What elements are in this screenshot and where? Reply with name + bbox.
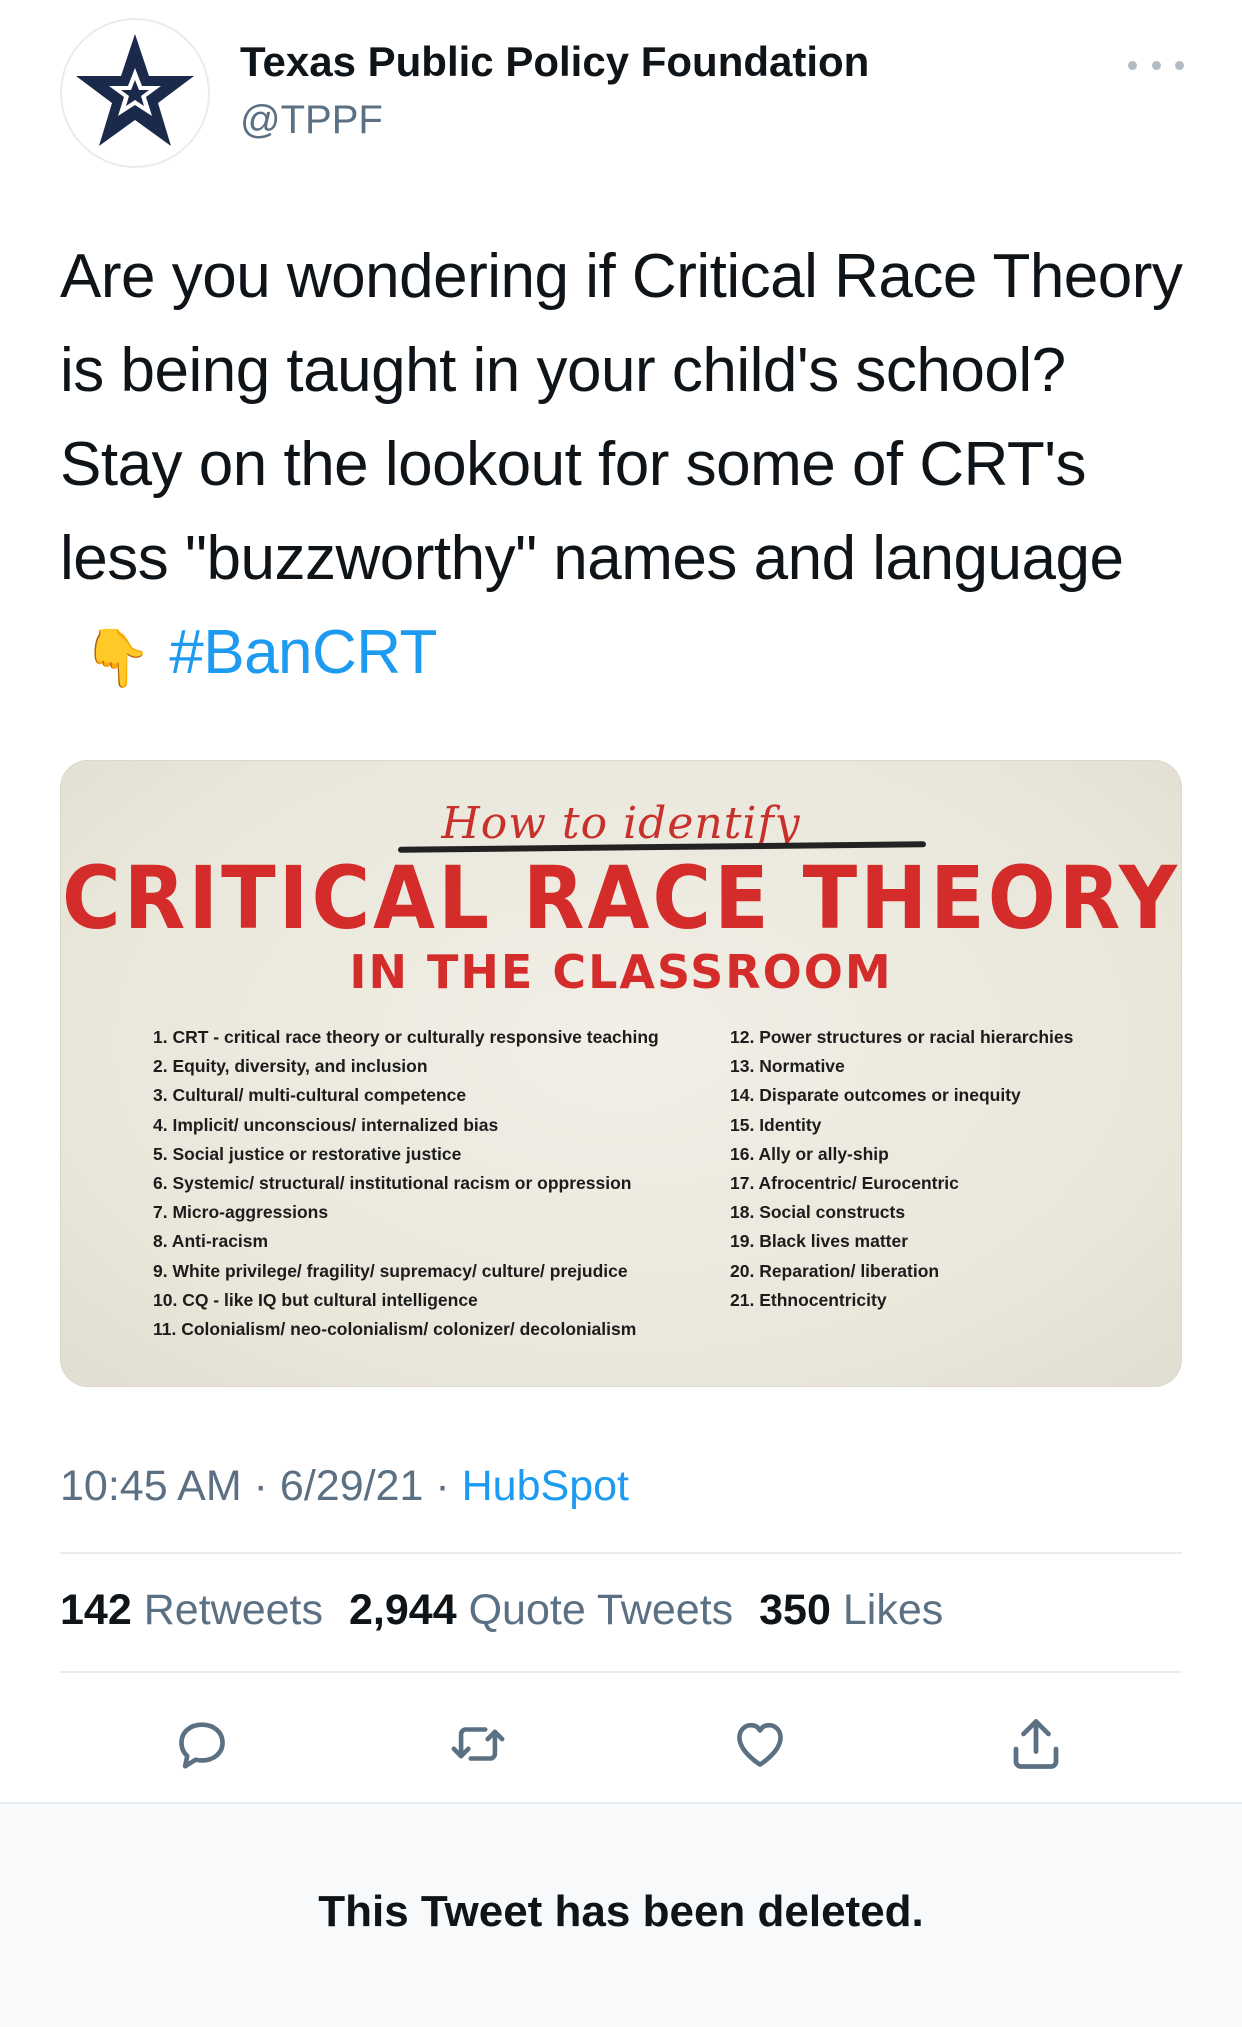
more-options-icon[interactable] — [1128, 50, 1184, 80]
avatar[interactable] — [60, 18, 210, 168]
retweets-label: Retweets — [143, 1586, 323, 1634]
likes-count: 350 — [759, 1586, 831, 1634]
meta-separator: · — [253, 1462, 268, 1510]
divider — [60, 1671, 1182, 1673]
infographic-list-item: 12. Power structures or racial hierarchi… — [730, 1027, 1074, 1047]
retweets-stat[interactable]: 142 Retweets — [60, 1586, 323, 1635]
deleted-notice: This Tweet has been deleted. — [318, 1887, 924, 1936]
tweet-body: Are you wondering if Critical Race Theor… — [60, 242, 1183, 593]
infographic-list-item: 3. Cultural/ multi-cultural competence — [153, 1085, 467, 1106]
infographic-list-item: 7. Micro-aggressions — [153, 1202, 329, 1223]
infographic-list-item: 10. CQ - like IQ but cultural intelligen… — [153, 1289, 478, 1310]
tweet-source-link[interactable]: HubSpot — [462, 1462, 629, 1510]
like-icon[interactable] — [728, 1712, 792, 1776]
infographic-list-left: 1. CRT - critical race theory or cultura… — [153, 1023, 659, 1344]
share-icon[interactable] — [1004, 1712, 1068, 1776]
meta-separator: · — [435, 1462, 450, 1510]
retweet-icon[interactable] — [446, 1712, 510, 1776]
display-name[interactable]: Texas Public Policy Foundation — [240, 38, 869, 86]
tweet-time: 10:45 AM — [60, 1462, 242, 1510]
infographic-list-item: 8. Anti-racism — [153, 1231, 269, 1252]
tweet-media-image[interactable]: How to identify CRITICAL RACE THEORY IN … — [60, 760, 1182, 1387]
tweet-date: 6/29/21 — [279, 1462, 424, 1510]
infographic-list-item: 17. Afrocentric/ Eurocentric — [730, 1172, 959, 1193]
handle[interactable]: @TPPF — [240, 98, 383, 143]
pointing-down-emoji: 👇 — [82, 626, 152, 689]
infographic-list-item: 1. CRT - critical race theory or cultura… — [153, 1027, 659, 1047]
reply-icon[interactable] — [170, 1712, 234, 1776]
infographic-list-item: 2. Equity, diversity, and inclusion — [153, 1056, 428, 1077]
star-logo-icon — [76, 34, 194, 146]
infographic-list-item: 6. Systemic/ structural/ institutional r… — [153, 1172, 632, 1193]
infographic-list-right: 12. Power structures or racial hierarchi… — [730, 1023, 1073, 1315]
infographic-list-item: 15. Identity — [730, 1114, 822, 1135]
infographic-list-item: 4. Implicit/ unconscious/ internalized b… — [153, 1114, 499, 1135]
infographic-title: CRITICAL RACE THEORY — [62, 848, 1180, 949]
infographic-list-item: 5. Social justice or restorative justice — [153, 1143, 462, 1164]
infographic-list-item: 11. Colonialism/ neo-colonialism/ coloni… — [153, 1318, 637, 1339]
infographic-script-heading: How to identify — [441, 798, 801, 849]
likes-label: Likes — [842, 1586, 944, 1634]
infographic-list-item: 20. Reparation/ liberation — [730, 1260, 940, 1281]
infographic-list-item: 9. White privilege/ fragility/ supremacy… — [153, 1260, 628, 1281]
tweet-text: Are you wondering if Critical Race Theor… — [60, 230, 1190, 705]
quote-tweets-count: 2,944 — [349, 1586, 457, 1634]
infographic-list-item: 18. Social constructs — [730, 1202, 906, 1223]
infographic-list-item: 13. Normative — [730, 1056, 845, 1077]
hashtag-link[interactable]: #BanCRT — [169, 618, 437, 687]
infographic-list-item: 16. Ally or ally-ship — [730, 1143, 889, 1164]
divider — [60, 1552, 1182, 1554]
infographic-list-item: 19. Black lives matter — [730, 1231, 909, 1252]
quote-tweets-stat[interactable]: 2,944 Quote Tweets — [349, 1586, 733, 1635]
infographic-subtitle: IN THE CLASSROOM — [349, 945, 893, 999]
likes-stat[interactable]: 350 Likes — [759, 1586, 943, 1635]
infographic-list-item: 14. Disparate outcomes or inequity — [730, 1085, 1021, 1106]
tweet-stats: 142 Retweets 2,944 Quote Tweets 350 Likes — [60, 1586, 943, 1635]
quote-tweets-label: Quote Tweets — [468, 1586, 734, 1634]
tweet-meta: 10:45 AM · 6/29/21 · HubSpot — [60, 1462, 629, 1511]
infographic-list-item: 21. Ethnocentricity — [730, 1289, 887, 1310]
deleted-notice-bar: This Tweet has been deleted. — [0, 1802, 1242, 2027]
retweets-count: 142 — [60, 1586, 132, 1634]
action-bar — [0, 1712, 1242, 1772]
